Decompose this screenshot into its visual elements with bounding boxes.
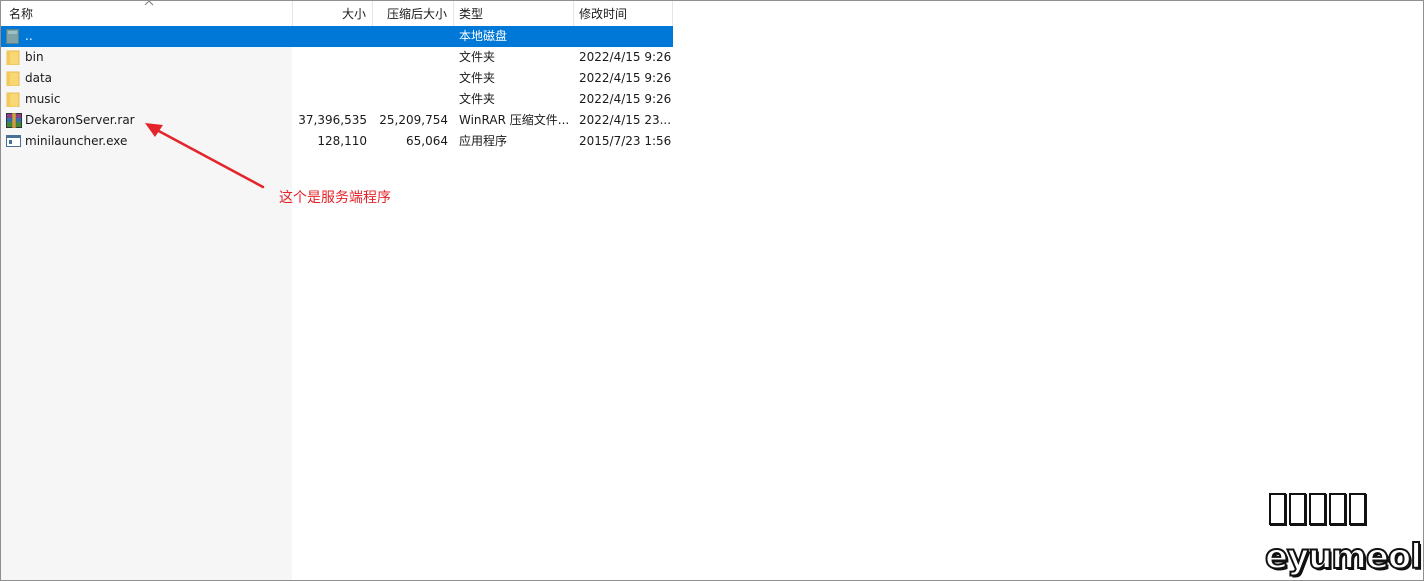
sort-ascending-icon — [144, 1, 154, 6]
folder-icon — [6, 89, 22, 110]
file-type: WinRAR 压缩文件... — [459, 113, 570, 127]
file-packed-size: 25,209,754 — [379, 113, 448, 127]
watermark-domain: eyumeol.cn — [1264, 536, 1423, 578]
file-modified: 2022/4/15 23... — [579, 113, 672, 127]
file-modified: 2022/4/15 9:26 — [579, 92, 672, 106]
file-size: 128,110 — [317, 134, 367, 148]
annotation-arrow-icon — [145, 123, 265, 189]
file-size: 37,396,535 — [298, 113, 367, 127]
column-header-packed-label: 压缩后大小 — [386, 7, 447, 21]
file-modified: 2022/4/15 9:26 — [579, 71, 672, 85]
folder-icon — [6, 47, 22, 68]
file-packed-size — [373, 47, 448, 68]
watermark-logo: eyumeol.cn — [1263, 493, 1423, 580]
annotation-label: 这个是服务端程序 — [279, 190, 391, 206]
folder-icon — [6, 68, 22, 89]
file-name: .. — [25, 29, 33, 43]
file-row-music[interactable]: music 文件夹 2022/4/15 9:26 — [1, 89, 673, 110]
file-packed-size — [373, 26, 448, 47]
file-modified — [579, 26, 673, 47]
column-header-row: 名称 大小 压缩后大小 类型 修改时间 — [1, 1, 673, 27]
file-type: 文件夹 — [459, 50, 496, 64]
file-type: 应用程序 — [459, 134, 508, 148]
column-header-modified[interactable]: 修改时间 — [574, 1, 673, 26]
file-size — [293, 89, 367, 110]
file-name: music — [25, 92, 61, 106]
file-modified: 2022/4/15 9:26 — [579, 50, 672, 64]
file-type: 文件夹 — [459, 71, 496, 85]
column-header-size-label: 大小 — [341, 7, 366, 21]
file-type: 文件夹 — [459, 92, 496, 106]
file-modified: 2015/7/23 1:56 — [579, 134, 672, 148]
column-header-type[interactable]: 类型 — [454, 1, 574, 26]
column-header-size[interactable]: 大小 — [293, 1, 373, 26]
exe-application-icon — [6, 131, 22, 152]
file-name: bin — [25, 50, 44, 64]
file-row-dekaronserver-rar[interactable]: DekaronServer.rar 37,396,535 25,209,754 … — [1, 110, 673, 131]
file-size — [293, 47, 367, 68]
file-packed-size: 65,064 — [406, 134, 448, 148]
column-header-modified-label: 修改时间 — [579, 7, 628, 21]
file-row-data[interactable]: data 文件夹 2022/4/15 9:26 — [1, 68, 673, 89]
file-row-parent[interactable]: .. 本地磁盘 — [1, 26, 673, 47]
file-row-minilauncher-exe[interactable]: minilauncher.exe 128,110 65,064 应用程序 201… — [1, 131, 673, 152]
file-packed-size — [373, 89, 448, 110]
file-row-bin[interactable]: bin 文件夹 2022/4/15 9:26 — [1, 47, 673, 68]
file-name: data — [25, 71, 53, 85]
watermark-glyph-boxes — [1269, 493, 1366, 525]
file-type: 本地磁盘 — [459, 29, 508, 43]
column-header-name[interactable]: 名称 — [1, 1, 293, 26]
column-header-packed-size[interactable]: 压缩后大小 — [373, 1, 454, 26]
rar-archive-icon — [6, 110, 22, 131]
file-packed-size — [373, 68, 448, 89]
file-size — [293, 68, 367, 89]
file-list: .. 本地磁盘 bin 文件夹 2022/4/15 9:26 data 文件夹 … — [1, 26, 673, 152]
column-header-name-label: 名称 — [9, 7, 34, 21]
file-list-window: 名称 大小 压缩后大小 类型 修改时间 .. 本地磁盘 bin 文件夹 2022… — [0, 0, 1424, 581]
parent-folder-icon — [6, 26, 22, 47]
column-header-type-label: 类型 — [459, 7, 484, 21]
file-size — [293, 26, 367, 47]
